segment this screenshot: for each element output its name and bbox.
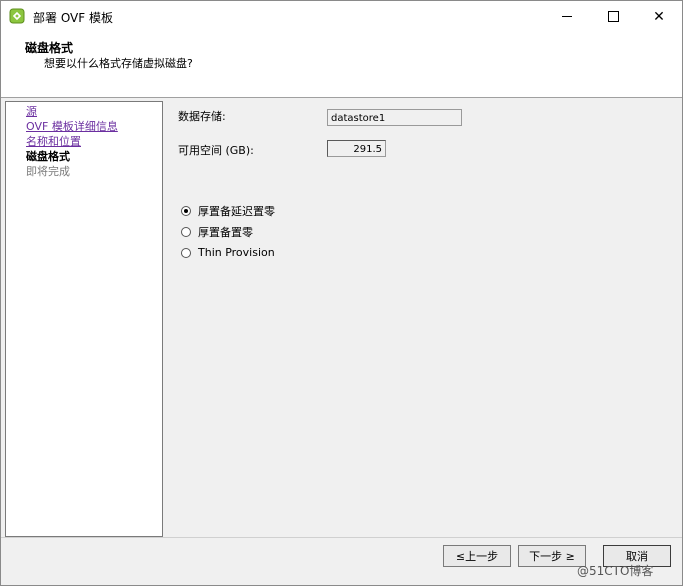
step-ready-to-complete: 即将完成 bbox=[26, 165, 70, 178]
deploy-ovf-window: 部署 OVF 模板 ✕ 磁盘格式 想要以什么格式存储虚拟磁盘? 源 OVF 模板… bbox=[0, 0, 683, 586]
close-button[interactable]: ✕ bbox=[636, 1, 682, 32]
back-button[interactable]: ≤上一步 bbox=[443, 545, 511, 567]
next-button[interactable]: 下一步 ≥ bbox=[518, 545, 586, 567]
step-disk-format: 磁盘格式 bbox=[26, 150, 70, 163]
ovf-deploy-icon bbox=[9, 8, 25, 24]
option-label: 厚置备延迟置零 bbox=[198, 205, 275, 218]
step-name-location[interactable]: 名称和位置 bbox=[26, 135, 81, 148]
wizard-steps-panel: 源 OVF 模板详细信息 名称和位置 磁盘格式 即将完成 bbox=[5, 101, 163, 537]
step-source[interactable]: 源 bbox=[26, 105, 37, 118]
option-thick-lazy-zeroed[interactable]: 厚置备延迟置零 bbox=[181, 203, 275, 219]
datastore-label: 数据存储: bbox=[178, 110, 226, 123]
maximize-icon bbox=[607, 11, 619, 22]
maximize-button[interactable] bbox=[590, 1, 636, 32]
radio-button[interactable] bbox=[181, 247, 191, 258]
close-icon: ✕ bbox=[653, 8, 665, 25]
available-space-field: 291.5 bbox=[327, 140, 386, 157]
option-thick-eager-zeroed[interactable]: 厚置备置零 bbox=[181, 224, 253, 240]
minimize-icon bbox=[562, 16, 572, 17]
title-bar[interactable]: 部署 OVF 模板 ✕ bbox=[1, 1, 682, 32]
option-label: Thin Provision bbox=[198, 246, 275, 259]
option-thin-provision[interactable]: Thin Provision bbox=[181, 246, 275, 259]
step-ovf-details[interactable]: OVF 模板详细信息 bbox=[26, 120, 118, 133]
available-space-label: 可用空间 (GB): bbox=[178, 144, 254, 157]
wizard-header: 磁盘格式 想要以什么格式存储虚拟磁盘? bbox=[1, 32, 682, 98]
datastore-field: datastore1 bbox=[327, 109, 462, 126]
minimize-button[interactable] bbox=[544, 1, 590, 32]
watermark: @51CTO博客 bbox=[577, 564, 654, 578]
option-label: 厚置备置零 bbox=[198, 226, 253, 239]
radio-button[interactable] bbox=[181, 206, 191, 216]
page-title: 磁盘格式 bbox=[25, 41, 74, 55]
radio-button[interactable] bbox=[181, 227, 191, 237]
footer-divider bbox=[1, 537, 682, 538]
page-subtitle: 想要以什么格式存储虚拟磁盘? bbox=[44, 57, 193, 70]
window-title: 部署 OVF 模板 bbox=[33, 11, 113, 25]
